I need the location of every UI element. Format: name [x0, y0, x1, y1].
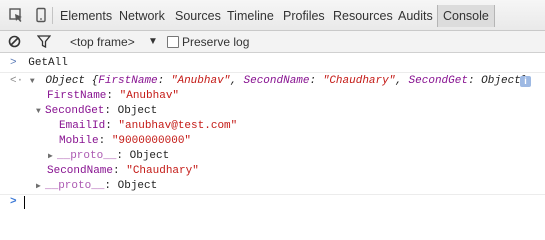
- row-divider: [0, 194, 545, 195]
- prop-value: Object: [117, 180, 158, 192]
- tab-elements[interactable]: Elements: [60, 9, 112, 23]
- preview-value-secondname: "Chaudhary": [322, 75, 396, 87]
- tab-timeline[interactable]: Timeline: [227, 9, 274, 23]
- expanded-triangle-icon[interactable]: ▼: [36, 104, 45, 119]
- tab-audits[interactable]: Audits: [398, 9, 433, 23]
- inspect-element-icon[interactable]: [8, 7, 24, 23]
- preview-sep: :: [467, 75, 482, 87]
- console-filter-bar: <top frame> ▼ Preserve log: [0, 31, 545, 53]
- preview-comma: ,: [230, 75, 244, 87]
- prop-firstname: FirstName: "Anubhav": [47, 90, 180, 102]
- clear-console-icon[interactable]: [8, 35, 21, 48]
- prop-value: "Anubhav": [119, 90, 180, 102]
- preview-value-secondget: Object: [481, 75, 521, 87]
- device-mode-icon[interactable]: [33, 7, 49, 23]
- prop-key: __proto__: [57, 150, 117, 162]
- prop-proto-outer[interactable]: ▶ __proto__: Object: [36, 179, 157, 194]
- preview-key-secondname: SecondName: [243, 75, 310, 87]
- preview-value-firstname: "Anubhav": [170, 75, 231, 87]
- prop-key: __proto__: [45, 180, 105, 192]
- tab-network[interactable]: Network: [119, 9, 165, 23]
- preview-sep: :: [309, 75, 323, 87]
- prop-secondname: SecondName: "Chaudhary": [47, 165, 199, 177]
- preserve-log-label: Preserve log: [182, 35, 250, 49]
- tab-resources[interactable]: Resources: [333, 9, 393, 23]
- prop-mobile: Mobile: "9000000000": [59, 135, 192, 147]
- preview-key-firstname: FirstName: [98, 75, 158, 87]
- tab-console[interactable]: Console: [437, 5, 495, 27]
- tab-profiles[interactable]: Profiles: [283, 9, 325, 23]
- prop-value: "anubhav@test.com": [118, 120, 238, 132]
- command-text: GetAll: [28, 57, 68, 69]
- preview-key-secondget: SecondGet: [408, 75, 468, 87]
- command-chevron-icon: >: [10, 57, 17, 69]
- tab-sources[interactable]: Sources: [175, 9, 221, 23]
- prop-value: Object: [117, 105, 158, 117]
- collapsed-triangle-icon[interactable]: ▶: [48, 149, 57, 164]
- console-input[interactable]: [24, 196, 25, 209]
- result-chevron-icon: <·: [10, 75, 24, 87]
- result-line[interactable]: <· ▼ Object {FirstName: "Anubhav", Secon…: [10, 74, 527, 89]
- info-icon[interactable]: i: [520, 76, 531, 87]
- frame-selector[interactable]: <top frame>: [70, 35, 135, 49]
- collapsed-triangle-icon[interactable]: ▶: [36, 179, 45, 194]
- preview-comma: ,: [395, 75, 409, 87]
- prop-secondget[interactable]: ▼ SecondGet: Object: [36, 104, 157, 119]
- prompt-chevron-icon: >: [10, 196, 17, 208]
- prop-emailid: EmailId: "anubhav@test.com": [59, 120, 238, 132]
- preserve-log-checkbox[interactable]: [167, 36, 179, 48]
- row-divider: [0, 72, 545, 73]
- command-line: > GetAll: [10, 56, 68, 71]
- prop-key: FirstName: [47, 90, 107, 102]
- object-type: Object: [45, 75, 86, 87]
- prop-value: "9000000000": [111, 135, 192, 147]
- prop-key: EmailId: [59, 120, 106, 132]
- expanded-triangle-icon[interactable]: ▼: [30, 74, 39, 89]
- prop-key: SecondName: [47, 165, 114, 177]
- devtools-toolbar: Elements Network Sources Timeline Profil…: [0, 0, 545, 31]
- prop-key: Mobile: [59, 135, 99, 147]
- prop-value: Object: [129, 150, 170, 162]
- console-output: > GetAll <· ▼ Object {FirstName: "Anubha…: [0, 53, 545, 216]
- prop-proto-inner[interactable]: ▶ __proto__: Object: [48, 149, 169, 164]
- filter-icon[interactable]: [37, 35, 51, 48]
- toolbar-divider: [52, 7, 53, 24]
- frame-selector-dropdown-icon[interactable]: ▼: [148, 36, 158, 47]
- preview-sep: :: [157, 75, 171, 87]
- prop-value: "Chaudhary": [126, 165, 199, 177]
- prop-key: SecondGet: [45, 105, 105, 117]
